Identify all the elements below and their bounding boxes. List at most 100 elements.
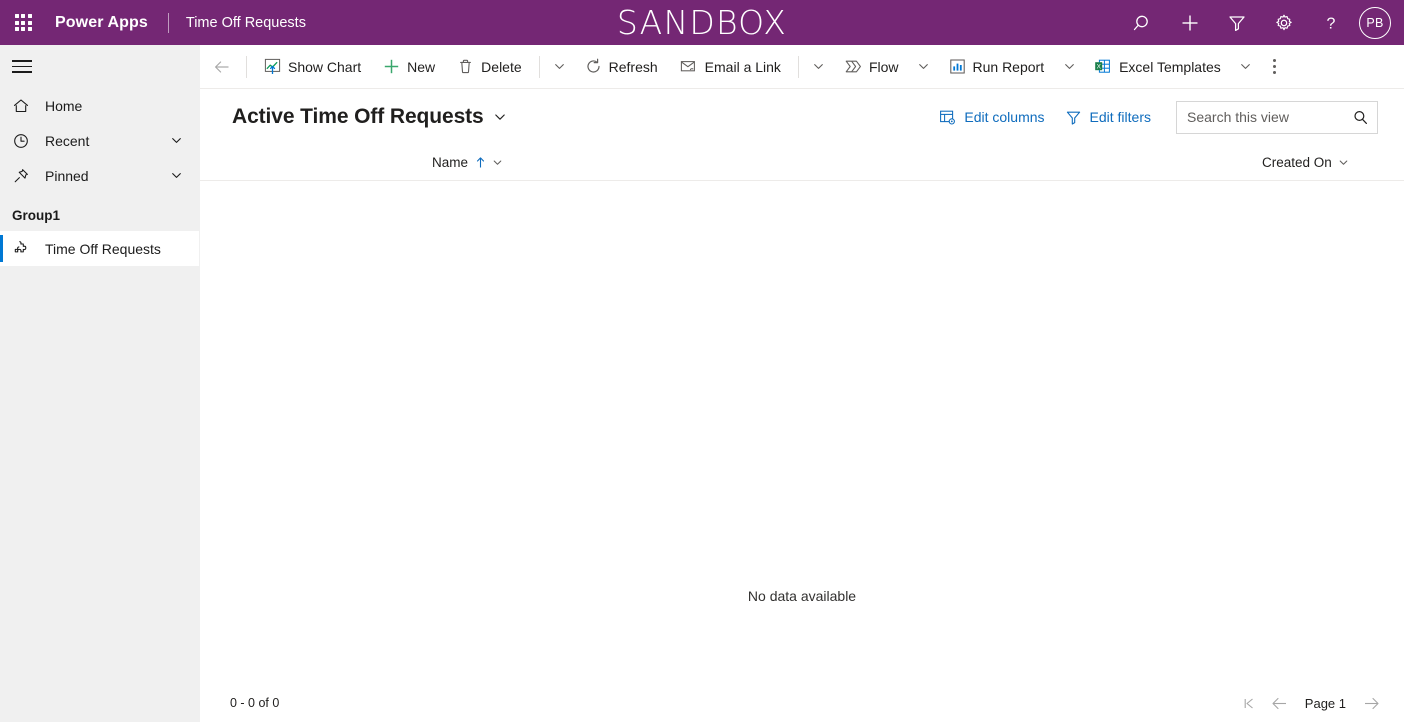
flow-chevron-down-icon[interactable] [910,45,938,89]
view-header: Active Time Off Requests Edit columns Ed… [200,89,1404,145]
sidebar-group-label: Group1 [12,208,61,223]
search-icon[interactable] [1352,109,1369,126]
top-header-bar: Power Apps Time Off Requests SANDBOX ? P… [0,0,1404,45]
search-this-view-box[interactable] [1176,100,1378,134]
empty-state-message: No data available [747,588,857,604]
delete-button[interactable]: Delete [446,45,532,89]
grid-body: No data available [200,181,1404,684]
line-chart-icon [264,58,281,75]
home-icon [12,97,34,115]
sidebar: Home Recent Pinned Group1 Time Off Reque… [0,45,200,722]
previous-page-icon[interactable] [1265,688,1295,718]
command-label: Run Report [972,58,1045,75]
chevron-down-icon[interactable] [170,134,199,147]
flow-button[interactable]: Flow [833,45,910,89]
excel-icon: X [1094,58,1112,75]
sidebar-item-label: Home [45,97,83,114]
power-apps-window: Power Apps Time Off Requests SANDBOX ? P… [0,0,1404,722]
help-icon[interactable]: ? [1307,0,1354,45]
search-input[interactable] [1187,109,1348,125]
header-divider [167,12,169,33]
command-bar: Show Chart New Delete Refresh Email a Li… [200,45,1404,89]
edit-columns-icon [939,109,956,126]
filter-icon[interactable] [1213,0,1260,45]
hamburger-bars [12,56,32,76]
pagination: Page 1 [1235,688,1386,718]
new-button[interactable]: New [372,45,446,89]
waffle-grid-icon[interactable] [0,0,46,45]
page-title: Active Time Off Requests [232,105,484,128]
edit-columns-button[interactable]: Edit columns [929,101,1054,133]
edit-columns-label: Edit columns [964,109,1045,125]
app-name-label[interactable]: Time Off Requests [186,15,306,31]
email-link-icon [680,58,698,75]
run-report-chevron-down-icon[interactable] [1055,45,1083,89]
chevron-down-icon[interactable] [170,169,199,182]
column-label: Name [432,155,469,170]
command-label: Flow [868,58,899,75]
more-commands-icon[interactable] [1260,45,1290,89]
edit-filters-button[interactable]: Edit filters [1055,101,1161,133]
gear-icon[interactable] [1260,0,1307,45]
excel-templates-button[interactable]: X Excel Templates [1083,45,1232,89]
data-grid: Name Created On No data available [200,145,1404,684]
edit-filters-label: Edit filters [1089,109,1151,125]
sidebar-item-label: Recent [45,132,90,149]
column-header-name[interactable]: Name [432,145,503,181]
view-actions: Edit columns Edit filters [929,100,1378,134]
sidebar-item-pinned[interactable]: Pinned [0,158,199,193]
puzzle-icon [12,239,34,258]
grid-header-row: Name Created On [200,145,1404,181]
search-icon[interactable] [1119,0,1166,45]
show-chart-button[interactable]: Show Chart [253,45,372,89]
plus-icon[interactable] [1166,0,1213,45]
email-chevron-down-icon[interactable] [805,45,833,89]
run-report-button[interactable]: Run Report [938,45,1056,89]
excel-templates-chevron-down-icon[interactable] [1232,45,1260,89]
sidebar-item-label: Pinned [45,167,89,184]
next-page-icon[interactable] [1356,688,1386,718]
command-label: Excel Templates [1119,58,1221,75]
trash-icon [457,58,474,75]
main-content: Show Chart New Delete Refresh Email a Li… [200,45,1404,722]
command-label: New [407,58,436,75]
sidebar-item-time-off-requests[interactable]: Time Off Requests [0,231,199,266]
first-page-icon[interactable] [1235,688,1265,718]
svg-text:X: X [1097,63,1102,70]
command-divider [246,55,247,78]
back-arrow-icon[interactable] [204,45,240,89]
avatar[interactable]: PB [1359,6,1391,39]
plus-green-icon [383,58,400,75]
environment-label: SANDBOX [616,3,788,42]
arrow-up-icon [475,156,486,169]
email-a-link-button[interactable]: Email a Link [669,45,792,89]
app-body: Home Recent Pinned Group1 Time Off Reque… [0,45,1404,722]
filter-icon [1065,109,1082,126]
sidebar-item-label: Time Off Requests [45,240,161,257]
column-header-created-on[interactable]: Created On [1262,145,1349,181]
svg-text:?: ? [1326,15,1335,32]
command-label: Show Chart [288,58,362,75]
refresh-button[interactable]: Refresh [574,45,669,89]
hamburger-menu-icon[interactable] [0,45,199,88]
brand-title[interactable]: Power Apps [46,14,148,32]
sidebar-item-recent[interactable]: Recent [0,123,199,158]
command-divider [538,55,540,78]
chevron-down-icon[interactable] [493,110,507,124]
page-number-label: Page 1 [1304,695,1346,711]
view-selector[interactable]: Active Time Off Requests [232,105,507,129]
chevron-down-icon[interactable] [492,157,503,168]
delete-chevron-down-icon[interactable] [546,45,574,89]
command-divider [797,55,799,78]
flow-icon [844,58,862,75]
command-label: Email a Link [704,58,781,75]
command-label: Refresh [608,58,658,75]
refresh-icon [585,58,602,75]
chevron-down-icon[interactable] [1338,157,1349,168]
report-icon [949,58,966,75]
sidebar-item-home[interactable]: Home [0,88,199,123]
record-count-label: 0 - 0 of 0 [230,696,280,710]
header-actions: ? PB [1119,0,1404,45]
clock-icon [12,132,34,150]
command-label: Delete [481,58,522,75]
